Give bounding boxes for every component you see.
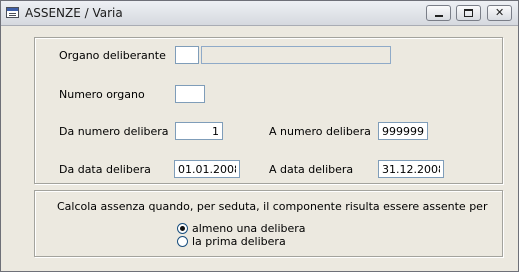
organo-deliberante-description-field[interactable] (201, 46, 391, 64)
radio-button-selected[interactable] (177, 223, 188, 234)
numero-organo-label: Numero organo (59, 88, 145, 101)
maximize-icon (464, 9, 473, 17)
absence-calc-prompt: Calcola assenza quando, per seduta, il c… (57, 200, 488, 213)
da-numero-delibera-input[interactable] (175, 122, 223, 140)
close-icon: ✕ (495, 6, 505, 19)
maximize-button[interactable] (456, 5, 481, 21)
radio-button-unselected[interactable] (177, 236, 188, 247)
minimize-icon (435, 15, 443, 17)
da-numero-delibera-label: Da numero delibera (59, 125, 169, 138)
title-bar[interactable]: ASSENZE / Varia ✕ (1, 1, 518, 26)
window-title: ASSENZE / Varia (25, 6, 123, 20)
minimize-button[interactable] (426, 5, 451, 21)
form-app-icon[interactable] (6, 7, 19, 18)
radio-option-label[interactable]: almeno una delibera (192, 222, 306, 235)
organo-deliberante-code-input[interactable] (175, 46, 199, 64)
da-data-delibera-label: Da data delibera (59, 163, 151, 176)
close-button[interactable]: ✕ (487, 5, 512, 21)
a-numero-delibera-input[interactable] (378, 122, 428, 140)
a-data-delibera-label: A data delibera (269, 163, 354, 176)
organo-deliberante-label: Organo deliberante (59, 49, 166, 62)
a-numero-delibera-label: A numero delibera (269, 125, 371, 138)
numero-organo-input[interactable] (175, 85, 205, 103)
a-data-delibera-input[interactable] (378, 160, 444, 178)
radio-option-label[interactable]: la prima delibera (192, 235, 286, 248)
radio-dot-icon (180, 226, 185, 231)
assenze-window: ASSENZE / Varia ✕ Organo deliberante Num… (0, 0, 519, 272)
da-data-delibera-input[interactable] (174, 160, 240, 178)
